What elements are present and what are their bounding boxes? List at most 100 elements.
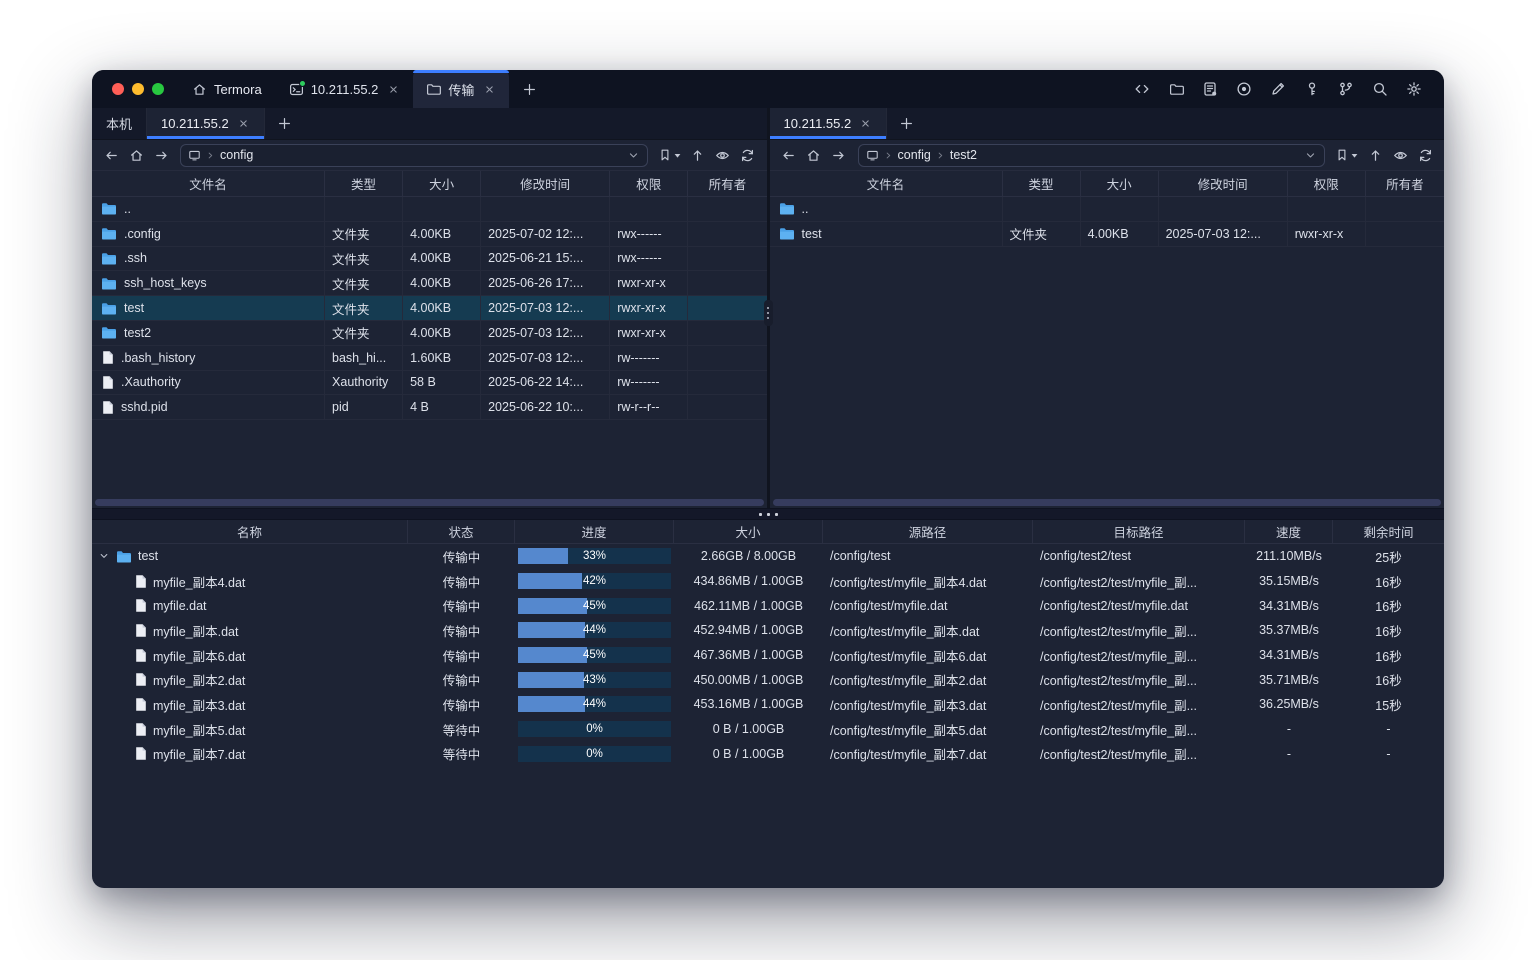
column-header[interactable]: 剩余时间 <box>1333 520 1444 543</box>
tab-local[interactable]: 本机 <box>92 108 147 139</box>
show-hidden-button[interactable] <box>1389 144 1411 166</box>
back-button[interactable] <box>778 144 800 166</box>
file-row[interactable]: .. <box>770 197 1445 222</box>
column-header[interactable]: 修改时间 <box>1159 171 1288 196</box>
column-header[interactable]: 名称 <box>92 520 408 543</box>
record-button[interactable] <box>1232 77 1256 101</box>
transfer-splitter[interactable] <box>92 508 1444 520</box>
close-tab-icon[interactable] <box>483 83 496 96</box>
column-header[interactable]: 大小 <box>403 171 481 196</box>
add-panel-tab-button[interactable] <box>887 108 926 139</box>
transfer-row[interactable]: test 传输中 33% 2.66GB / 8.00GB /config/tes… <box>92 544 1444 569</box>
tab-remote-host[interactable]: 10.211.55.2 <box>770 108 888 139</box>
refresh-button[interactable] <box>737 144 759 166</box>
column-header[interactable]: 权限 <box>1288 171 1366 196</box>
code-button[interactable] <box>1130 77 1154 101</box>
transfer-row[interactable]: myfile_副本2.dat 传输中 43% 450.00MB / 1.00GB… <box>92 667 1444 692</box>
column-header[interactable]: 源路径 <box>823 520 1033 543</box>
column-header[interactable]: 类型 <box>1003 171 1081 196</box>
folder-outline-button[interactable] <box>1164 77 1188 101</box>
transfer-row[interactable]: myfile_副本4.dat 传输中 42% 434.86MB / 1.00GB… <box>92 569 1444 594</box>
bookmark-button[interactable] <box>1333 148 1361 162</box>
breadcrumb-item[interactable]: config <box>898 148 931 162</box>
file-row[interactable]: ssh_host_keys 文件夹 4.00KB 2025-06-26 17:.… <box>92 271 767 296</box>
column-header[interactable]: 进度 <box>515 520 674 543</box>
chevron-down-icon[interactable] <box>1304 149 1317 162</box>
forward-button[interactable] <box>828 144 850 166</box>
transfer-row[interactable]: myfile.dat 传输中 45% 462.11MB / 1.00GB /co… <box>92 593 1444 618</box>
bookmark-button[interactable] <box>656 148 684 162</box>
minimize-window-button[interactable] <box>132 83 144 95</box>
gear-button[interactable] <box>1402 77 1426 101</box>
gear-icon <box>1406 81 1422 97</box>
column-header[interactable]: 大小 <box>674 520 823 543</box>
right-horizontal-scrollbar[interactable] <box>770 497 1445 508</box>
transfer-row[interactable]: myfile_副本6.dat 传输中 45% 467.36MB / 1.00GB… <box>92 643 1444 668</box>
file-row[interactable]: .config 文件夹 4.00KB 2025-07-02 12:... rwx… <box>92 222 767 247</box>
column-header[interactable]: 类型 <box>325 171 403 196</box>
right-breadcrumb[interactable]: config test2 <box>858 144 1326 167</box>
close-tab-icon[interactable] <box>237 117 250 130</box>
doc-button[interactable] <box>1198 77 1222 101</box>
splitter-grip-icon[interactable] <box>764 300 773 326</box>
search-button[interactable] <box>1368 77 1392 101</box>
breadcrumb-item[interactable]: test2 <box>950 148 977 162</box>
zoom-window-button[interactable] <box>152 83 164 95</box>
transfer-row[interactable]: myfile_副本7.dat 等待中 0% 0 B / 1.00GB /conf… <box>92 742 1444 767</box>
forward-button[interactable] <box>150 144 172 166</box>
panel-splitter[interactable] <box>767 108 770 508</box>
chevron-down-icon[interactable] <box>627 149 640 162</box>
file-row[interactable]: .Xauthority Xauthority 58 B 2025-06-22 1… <box>92 371 767 396</box>
back-button[interactable] <box>100 144 122 166</box>
column-header[interactable]: 文件名 <box>770 171 1003 196</box>
column-header[interactable]: 修改时间 <box>481 171 610 196</box>
key-button[interactable] <box>1300 77 1324 101</box>
titlebar-tab-host[interactable]: 10.211.55.2 <box>276 70 414 108</box>
column-header[interactable]: 状态 <box>408 520 515 543</box>
column-header[interactable]: 大小 <box>1081 171 1159 196</box>
column-header[interactable]: 目标路径 <box>1033 520 1245 543</box>
titlebar-tab-transfer[interactable]: 传输 <box>413 70 509 108</box>
column-header[interactable]: 文件名 <box>92 171 325 196</box>
close-tab-icon[interactable] <box>859 117 872 130</box>
close-window-button[interactable] <box>112 83 124 95</box>
tab-remote-host[interactable]: 10.211.55.2 <box>147 108 265 139</box>
left-horizontal-scrollbar[interactable] <box>92 497 767 508</box>
scrollbar-thumb[interactable] <box>95 499 764 506</box>
transfer-row[interactable]: myfile_副本5.dat 等待中 0% 0 B / 1.00GB /conf… <box>92 717 1444 742</box>
column-header[interactable]: 权限 <box>610 171 688 196</box>
breadcrumb-item[interactable]: config <box>220 148 253 162</box>
file-icon <box>134 623 147 638</box>
add-panel-tab-button[interactable] <box>265 108 304 139</box>
file-row[interactable]: sshd.pid pid 4 B 2025-06-22 10:... rw-r-… <box>92 395 767 420</box>
parent-dir-button[interactable] <box>687 144 709 166</box>
file-row[interactable]: .. <box>92 197 767 222</box>
column-header[interactable]: 速度 <box>1245 520 1333 543</box>
home-button[interactable] <box>125 144 147 166</box>
column-header[interactable]: 所有者 <box>688 171 766 196</box>
new-tab-button[interactable] <box>509 70 550 108</box>
file-type <box>325 197 403 221</box>
left-breadcrumb[interactable]: config <box>180 144 648 167</box>
scrollbar-thumb[interactable] <box>773 499 1442 506</box>
parent-dir-button[interactable] <box>1364 144 1386 166</box>
file-row[interactable]: .ssh 文件夹 4.00KB 2025-06-21 15:... rwx---… <box>92 247 767 272</box>
pencil-button[interactable] <box>1266 77 1290 101</box>
home-button[interactable] <box>803 144 825 166</box>
file-size: 58 B <box>403 371 481 395</box>
branch-button[interactable] <box>1334 77 1358 101</box>
file-name: test <box>802 227 822 241</box>
column-header[interactable]: 所有者 <box>1366 171 1444 196</box>
transfer-row[interactable]: myfile_副本.dat 传输中 44% 452.94MB / 1.00GB … <box>92 618 1444 643</box>
refresh-button[interactable] <box>1414 144 1436 166</box>
transfer-row[interactable]: myfile_副本3.dat 传输中 44% 453.16MB / 1.00GB… <box>92 692 1444 717</box>
file-row[interactable]: test 文件夹 4.00KB 2025-07-03 12:... rwxr-x… <box>770 222 1445 247</box>
transfer-name: myfile_副本6.dat <box>153 646 245 665</box>
file-row[interactable]: .bash_history bash_hi... 1.60KB 2025-07-… <box>92 346 767 371</box>
file-row[interactable]: test 文件夹 4.00KB 2025-07-03 12:... rwxr-x… <box>92 296 767 321</box>
show-hidden-button[interactable] <box>712 144 734 166</box>
app-home-tab[interactable]: Termora <box>178 70 276 108</box>
close-tab-icon[interactable] <box>387 83 400 96</box>
file-row[interactable]: test2 文件夹 4.00KB 2025-07-03 12:... rwxr-… <box>92 321 767 346</box>
expand-chevron-icon[interactable] <box>98 550 110 562</box>
